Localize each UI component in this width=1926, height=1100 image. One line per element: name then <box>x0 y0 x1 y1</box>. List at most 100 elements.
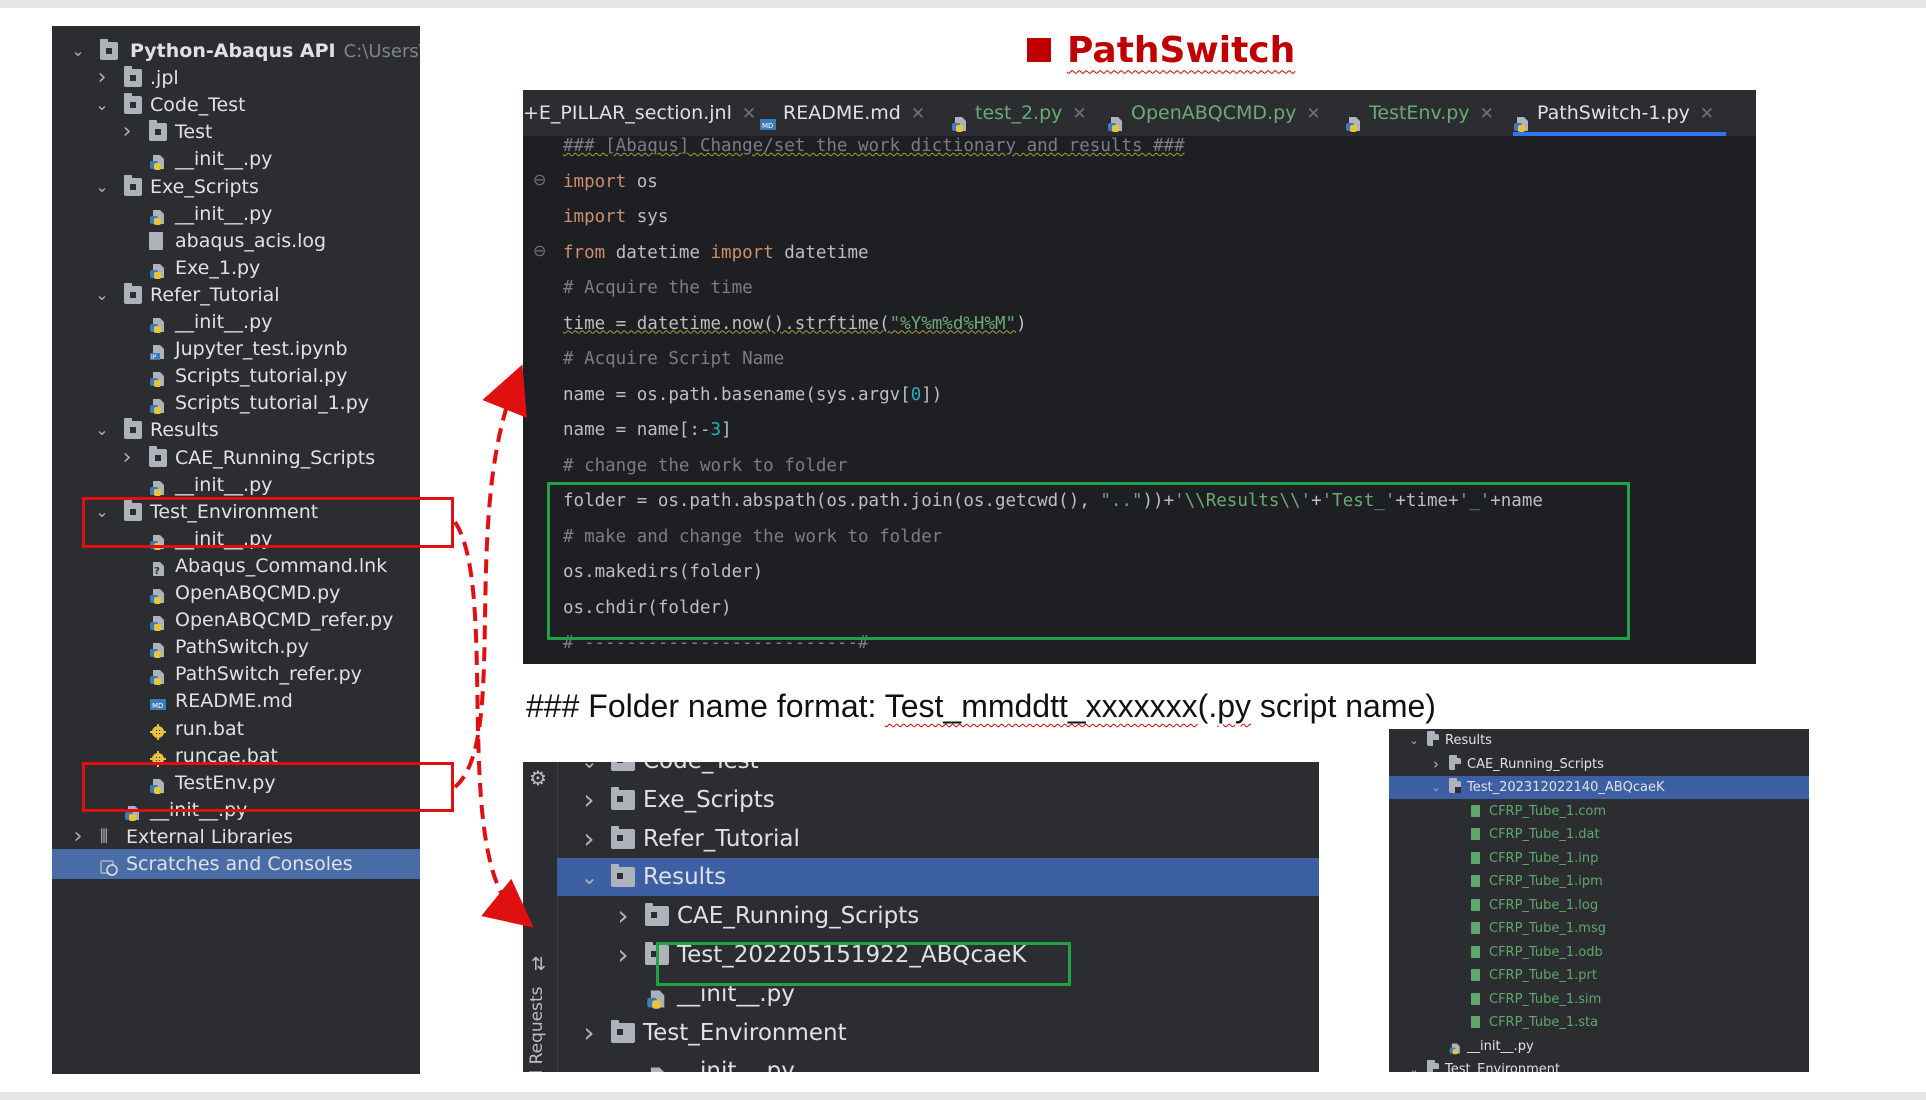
code-line[interactable]: name = name[:-3] <box>563 412 732 448</box>
tree-item[interactable]: __init__.py <box>52 144 420 174</box>
chevron-down-icon[interactable]: ⌄ <box>94 90 110 120</box>
project-tree-panel[interactable]: ⌄ Python-Abaqus API C:\Users\jia › .jpl ⌄ Co… <box>52 26 420 1074</box>
chevron-right-icon[interactable]: › <box>581 781 597 819</box>
close-tab-icon[interactable]: ✕ <box>1480 104 1494 124</box>
tree-item[interactable]: run.bat <box>52 714 420 744</box>
code-token: from <box>563 242 606 263</box>
chevron-right-icon[interactable]: › <box>94 63 110 93</box>
chevron-down-icon[interactable]: ⌄ <box>581 858 598 896</box>
tree-item[interactable]: › CAE_Running_Scripts <box>52 443 420 473</box>
close-tab-icon[interactable]: ✕ <box>1700 104 1714 124</box>
results-tree-item[interactable]: CFRP_Tube_1.com <box>1389 800 1809 823</box>
results-tree-item[interactable]: __init__.py <box>1389 1035 1809 1058</box>
code-line[interactable]: name = os.path.basename(sys.argv[0]) <box>563 377 942 413</box>
tree-item[interactable]: › .jpl <box>52 63 420 93</box>
chevron-down-icon[interactable]: ⌄ <box>1409 1058 1419 1072</box>
tree-item[interactable]: OpenABQCMD_refer.py <box>52 605 420 635</box>
tree-item[interactable]: Exe_1.py <box>52 253 420 283</box>
tree-item[interactable]: ⌄ Code_Test <box>52 90 420 120</box>
tree-item[interactable]: PathSwitch_refer.py <box>52 659 420 689</box>
chevron-right-icon[interactable]: › <box>119 117 135 147</box>
chevron-right-icon[interactable]: › <box>581 1014 597 1052</box>
close-tab-icon[interactable]: ✕ <box>1306 104 1320 124</box>
code-line[interactable]: ### [Abaqus] Change/set the work diction… <box>563 128 1185 164</box>
chevron-right-icon[interactable]: › <box>1431 753 1441 776</box>
chevron-down-icon[interactable]: ⌄ <box>70 36 86 66</box>
close-tab-icon[interactable]: ✕ <box>742 104 756 124</box>
results-tree-item[interactable]: CFRP_Tube_1.sim <box>1389 988 1809 1011</box>
close-tab-icon[interactable]: ✕ <box>911 104 925 124</box>
results-tree-zoom-panel[interactable]: ⚙ Pull Requests ⇅ ⌄ Code_Test › Exe_Scripts… <box>523 762 1319 1072</box>
code-line[interactable]: # change the work to folder <box>563 448 847 484</box>
chevron-right-icon[interactable]: › <box>615 936 631 974</box>
chevron-down-icon[interactable]: ⌄ <box>94 280 110 310</box>
tree-item[interactable]: IP Jupyter_test.ipynb <box>52 334 420 364</box>
results-tree-item[interactable]: CFRP_Tube_1.prt <box>1389 964 1809 987</box>
project-root-path: C:\Users\jia <box>343 41 420 62</box>
results-tree-item[interactable]: ⌄ Results <box>1389 729 1809 752</box>
gear-icon[interactable]: ⚙ <box>529 766 547 790</box>
code-line[interactable]: # Acquire the time <box>563 270 753 306</box>
tree-item[interactable]: Scripts_tutorial.py <box>52 361 420 391</box>
results-tree-item[interactable]: › CAE_Running_Scripts <box>1389 753 1809 776</box>
zoom-tree-item[interactable]: › Test_Environment <box>557 1014 1319 1052</box>
results-tree-item[interactable]: CFRP_Tube_1.ipm <box>1389 870 1809 893</box>
zoom-tree-item-label: Code_Test <box>643 762 759 780</box>
code-line[interactable]: from datetime import datetime <box>563 235 869 271</box>
chevron-down-icon[interactable]: ⌄ <box>1431 776 1441 799</box>
tree-item[interactable]: › ⫴ External Libraries <box>52 822 420 852</box>
zoom-tree-item[interactable]: › Refer_Tutorial <box>557 820 1319 858</box>
results-tree-item[interactable]: CFRP_Tube_1.sta <box>1389 1011 1809 1034</box>
chevron-right-icon[interactable]: › <box>581 820 597 858</box>
pull-request-icon: ⇅ <box>531 954 547 975</box>
title-bullet-square <box>1027 38 1051 62</box>
chevron-down-icon[interactable]: ⌄ <box>94 172 110 202</box>
zoom-tree-item[interactable]: › CAE_Running_Scripts <box>557 897 1319 935</box>
chevron-down-icon[interactable]: ⌄ <box>581 762 598 780</box>
tree-item[interactable]: Scratches and Consoles <box>52 849 420 879</box>
chevron-right-icon[interactable]: › <box>119 443 135 473</box>
zoom-tree-item[interactable]: ⌄ Results <box>557 858 1319 897</box>
code-line[interactable]: import sys <box>563 199 668 235</box>
code-line[interactable]: # Acquire Script Name <box>563 341 784 377</box>
tree-item[interactable]: __init__.py <box>52 307 420 337</box>
tree-item[interactable]: Scripts_tutorial_1.py <box>52 388 420 418</box>
code-line[interactable]: time = datetime.now().strftime("%Y%m%d%H… <box>563 306 1027 342</box>
zoom-tree-item[interactable]: ⌄ Code_Test <box>557 762 1319 780</box>
editor-tab[interactable]: TestEnv.py ✕ <box>1345 90 1506 136</box>
results-tree-item[interactable]: ⌄ Test_Environment <box>1389 1058 1809 1072</box>
tree-item[interactable]: abaqus_acis.log <box>52 226 420 256</box>
chevron-down-icon[interactable]: ⌄ <box>94 415 110 445</box>
tree-item[interactable]: ⌄ Refer_Tutorial <box>52 280 420 310</box>
fold-marker-icon[interactable]: ⊖ <box>533 241 546 260</box>
folder-icon <box>124 93 142 115</box>
tree-item[interactable]: __init__.py <box>52 470 420 500</box>
tree-item[interactable]: MD README.md <box>52 686 420 716</box>
results-tree-item[interactable]: CFRP_Tube_1.msg <box>1389 917 1809 940</box>
tree-item[interactable]: ? Abaqus_Command.lnk <box>52 551 420 581</box>
tree-item[interactable]: › Test <box>52 117 420 147</box>
chevron-down-icon[interactable]: ⌄ <box>1409 729 1419 752</box>
zoom-tree-item[interactable]: __init__.py <box>557 1052 1319 1072</box>
tree-item[interactable]: ⌄ Results <box>52 415 420 445</box>
code-token: sys <box>626 207 669 227</box>
results-tree-item[interactable]: CFRP_Tube_1.dat <box>1389 823 1809 846</box>
chevron-right-icon[interactable]: › <box>70 822 86 852</box>
tree-item[interactable]: __init__.py <box>52 199 420 229</box>
zoom-tree-item[interactable]: › Exe_Scripts <box>557 781 1319 819</box>
results-tree-item[interactable]: CFRP_Tube_1.inp <box>1389 847 1809 870</box>
chevron-right-icon[interactable]: › <box>615 897 631 935</box>
results-output-tree-panel[interactable]: ⌄ Results › CAE_Running_Scripts ⌄ Test_202312… <box>1389 729 1809 1072</box>
results-tree-item[interactable]: ⌄ Test_202312022140_ABQcaeK <box>1389 776 1809 799</box>
tree-item[interactable]: PathSwitch.py <box>52 632 420 662</box>
close-tab-icon[interactable]: ✕ <box>1072 104 1086 124</box>
results-tree-item[interactable]: CFRP_Tube_1.log <box>1389 894 1809 917</box>
tree-item[interactable]: ⌄ Exe_Scripts <box>52 172 420 202</box>
editor-tab[interactable]: PathSwitch-1.py ✕ <box>1513 90 1727 136</box>
code-line[interactable]: import os <box>563 164 658 200</box>
tree-item[interactable]: OpenABQCMD.py <box>52 578 420 608</box>
project-root-row[interactable]: ⌄ Python-Abaqus API C:\Users\jia <box>52 36 420 66</box>
text-file-icon <box>1471 1016 1480 1028</box>
fold-marker-icon[interactable]: ⊖ <box>533 170 546 189</box>
results-tree-item[interactable]: CFRP_Tube_1.odb <box>1389 941 1809 964</box>
